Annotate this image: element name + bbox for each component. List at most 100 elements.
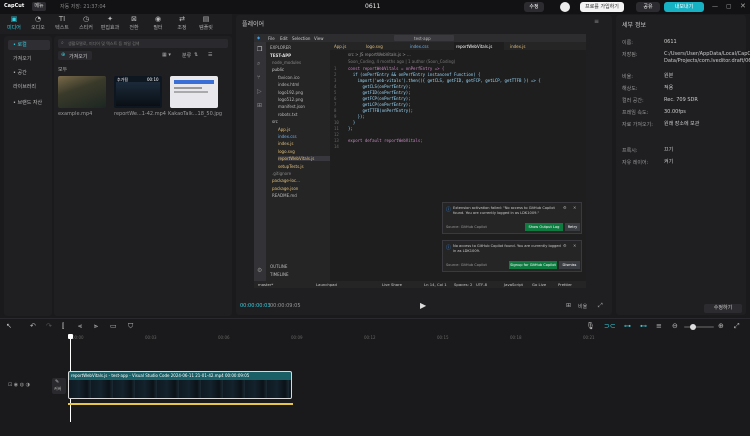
- undo-icon[interactable]: ↶: [30, 322, 36, 330]
- maximize-icon[interactable]: ▢: [726, 3, 732, 10]
- sort-icon[interactable]: ⇅: [194, 52, 198, 58]
- media-thumb-2[interactable]: 추가됨 00:10: [114, 76, 162, 108]
- file-tree-item[interactable]: logo192.png: [278, 90, 303, 95]
- code-line[interactable]: import('web-vitals').then(({ getCLS, get…: [348, 78, 541, 83]
- file-tree-item[interactable]: reportWebVitals.js: [278, 156, 330, 162]
- link-icon[interactable]: ⊶: [624, 322, 631, 330]
- close-icon[interactable]: ✕: [740, 2, 746, 10]
- shield-icon[interactable]: ⛉: [128, 322, 133, 331]
- file-tree-item[interactable]: setupTests.js: [278, 164, 304, 169]
- tool-filter[interactable]: ◉ 필터: [148, 15, 168, 33]
- tab-reportwebvitals[interactable]: reportWebVitals.js: [456, 44, 492, 49]
- split-icon[interactable]: ⫿: [62, 322, 64, 331]
- play-icon[interactable]: ▶: [420, 301, 426, 310]
- sidebar-item-space[interactable]: • 공간: [8, 68, 50, 78]
- menu-button[interactable]: 메뉴: [32, 2, 46, 11]
- player-menu-icon[interactable]: ≡: [594, 18, 599, 25]
- file-tree-item[interactable]: manifest.json: [278, 104, 305, 109]
- code-line[interactable]: getCLS(onPerfEntry);: [348, 84, 410, 89]
- mic-icon[interactable]: 🎙: [586, 322, 595, 330]
- zoom-slider[interactable]: [684, 324, 714, 330]
- extensions-icon[interactable]: ⊞: [257, 102, 262, 109]
- sidebar-item-import[interactable]: 가져오기: [8, 54, 50, 64]
- playhead-handle[interactable]: [68, 334, 73, 339]
- search-input[interactable]: 생활모델로, 미디어 및 텍스트 등 파일 검색: [68, 41, 139, 47]
- magnet-icon[interactable]: ⊃⊂: [604, 322, 616, 330]
- tool-audio[interactable]: ◔ 오디오: [28, 15, 48, 33]
- preview-axis-icon[interactable]: ⊷: [640, 322, 647, 330]
- track-lock-icon[interactable]: ⊡ ◉ ◍ ◑: [8, 382, 30, 388]
- feedback-button[interactable]: 공유: [636, 2, 660, 12]
- video-clip[interactable]: reportWebVitals.js - test-app - Visual S…: [68, 371, 292, 399]
- debug-icon[interactable]: ▷: [257, 88, 262, 95]
- notif-settings-icon[interactable]: ⚙: [563, 243, 567, 248]
- tool-media[interactable]: ▣ 미디어: [4, 15, 24, 33]
- file-tree-item[interactable]: node_modules: [272, 60, 301, 65]
- media-thumb-1[interactable]: [58, 76, 106, 108]
- code-line[interactable]: getFCP(onPerfEntry);: [348, 96, 410, 101]
- file-tree-item[interactable]: favicon.ico: [278, 75, 300, 80]
- search-icon[interactable]: ⌕: [257, 60, 260, 68]
- code-line[interactable]: getFID(onPerfEntry);: [348, 90, 410, 95]
- file-tree-item[interactable]: robots.txt: [278, 112, 297, 117]
- file-tree-item[interactable]: index.html: [278, 82, 299, 87]
- vscode-search[interactable]: test-app: [414, 36, 431, 41]
- tool-effects[interactable]: ✦ 편집효과: [100, 15, 120, 33]
- media-search[interactable]: ⌕ 생활모델로, 미디어 및 텍스트 등 파일 검색: [58, 39, 228, 48]
- grid-view-icon[interactable]: ▦ ▾: [162, 52, 171, 58]
- import-button[interactable]: ⊕ 가져오기: [58, 51, 92, 60]
- signup-copilot-button[interactable]: Signup for GitHub Copilot: [509, 261, 557, 269]
- tab-logo-svg[interactable]: logo.svg: [366, 44, 383, 49]
- code-line[interactable]: if (onPerfEntry && onPerfEntry instanceo…: [348, 72, 481, 77]
- sort-button[interactable]: 분류: [182, 52, 191, 59]
- tool-adjust[interactable]: ⇄ 조정: [172, 15, 192, 33]
- tab-index-js[interactable]: index.js: [510, 44, 525, 49]
- notif-close-icon[interactable]: ✕: [573, 243, 576, 248]
- tool-text[interactable]: TI 텍스트: [52, 15, 72, 33]
- code-line[interactable]: }: [348, 120, 355, 125]
- file-tree-item[interactable]: src: [272, 119, 278, 124]
- fit-icon[interactable]: ⊞: [566, 302, 571, 309]
- redo-icon[interactable]: ↷: [46, 322, 52, 330]
- file-tree-item[interactable]: index.css: [278, 134, 297, 139]
- show-output-log-button[interactable]: Show Output Log: [525, 223, 563, 231]
- split-right-icon[interactable]: ⫸: [94, 322, 98, 331]
- fit-timeline-icon[interactable]: ⤢: [734, 322, 740, 331]
- file-tree-item[interactable]: App.js: [278, 127, 290, 132]
- file-tree-item[interactable]: index.js: [278, 141, 293, 146]
- tool-transition[interactable]: ⊠ 전환: [124, 15, 144, 33]
- code-line[interactable]: };: [348, 126, 353, 131]
- code-line[interactable]: });: [348, 114, 365, 119]
- tool-sticker[interactable]: ◷ 스티커: [76, 15, 96, 33]
- filter-list-icon[interactable]: ☰: [208, 52, 212, 58]
- code-line[interactable]: const reportWebVitals = onPerfEntry => {: [348, 66, 444, 71]
- edit-details-button[interactable]: 수정하기: [704, 304, 742, 313]
- minimize-icon[interactable]: —: [712, 3, 718, 10]
- file-tree-item[interactable]: .gitignore: [272, 171, 291, 176]
- sidebar-item-local[interactable]: • 로컬: [8, 40, 50, 50]
- pro-button[interactable]: 프로를 가입하기: [580, 2, 624, 12]
- retry-button[interactable]: Retry: [565, 223, 580, 231]
- file-tree-item[interactable]: package-loc...: [272, 178, 300, 183]
- zoom-in-icon[interactable]: ⊕: [718, 322, 724, 330]
- file-tree-item[interactable]: README.md: [272, 193, 297, 198]
- sidebar-item-brand[interactable]: • 브랜드 자산: [8, 98, 50, 108]
- settings-gear-icon[interactable]: ⚙: [257, 267, 262, 274]
- tab-index-css[interactable]: index.css: [410, 44, 429, 49]
- fullscreen-icon[interactable]: ⤢: [598, 302, 603, 310]
- select-cursor-icon[interactable]: ↖: [6, 322, 12, 330]
- tool-template[interactable]: ▤ 템플릿: [196, 15, 216, 33]
- source-control-icon[interactable]: ⑂: [257, 74, 261, 81]
- code-line[interactable]: getTTFB(onPerfEntry);: [348, 108, 413, 113]
- zoom-out-icon[interactable]: ⊖: [672, 322, 678, 330]
- zoom-slider-handle[interactable]: [690, 324, 696, 330]
- notif-settings-icon[interactable]: ⚙: [563, 205, 567, 210]
- notif-close-icon[interactable]: ✕: [573, 205, 576, 210]
- file-tree-item[interactable]: logo512.png: [278, 97, 303, 102]
- ratio-button[interactable]: 비율: [578, 303, 587, 310]
- tab-app-js[interactable]: App.js: [334, 44, 346, 49]
- avatar[interactable]: [560, 2, 570, 12]
- media-thumb-3[interactable]: [170, 76, 218, 108]
- share-button[interactable]: 수정: [524, 2, 544, 12]
- file-tree-item[interactable]: public: [272, 67, 284, 72]
